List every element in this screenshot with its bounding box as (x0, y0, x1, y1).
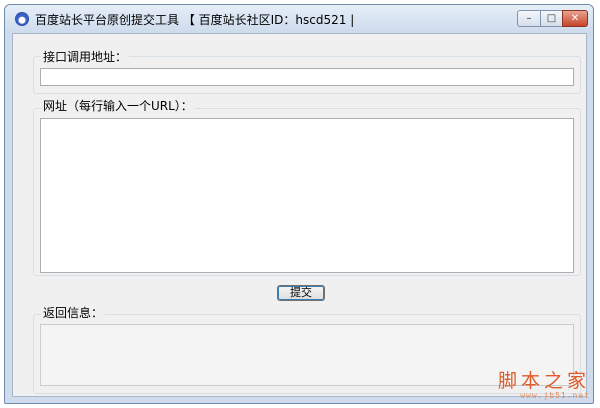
minimize-button[interactable]: – (517, 10, 541, 27)
response-output (40, 324, 574, 386)
maximize-icon: □ (546, 13, 557, 24)
maximize-button[interactable]: □ (540, 10, 563, 27)
title-bar[interactable]: 百度站长平台原创提交工具 【 百度站长社区ID：hscd521 | – □ ✕ (5, 5, 593, 33)
watermark-logo: 脚本之家 (497, 370, 590, 392)
response-label: 返回信息： (41, 304, 106, 321)
app-window: 百度站长平台原创提交工具 【 百度站长社区ID：hscd521 | – □ ✕ … (4, 4, 594, 404)
window-title: 百度站长平台原创提交工具 【 百度站长社区ID：hscd521 | (35, 13, 355, 27)
close-icon: ✕ (570, 13, 580, 24)
close-button[interactable]: ✕ (562, 10, 588, 27)
client-area: 接口调用地址： 网址（每行输入一个URL）： 提交 返回信息： (12, 33, 587, 397)
app-icon (15, 12, 29, 26)
watermark-url: www.jb51.net (520, 391, 590, 400)
submit-button[interactable]: 提交 (277, 285, 325, 301)
urls-textarea[interactable] (40, 118, 574, 273)
watermark: 脚本之家 www.jb51.net (498, 371, 590, 400)
urls-label: 网址（每行输入一个URL）： (41, 97, 195, 114)
api-address-input[interactable] (40, 68, 574, 86)
api-label: 接口调用地址： (41, 48, 130, 65)
minimize-icon: – (526, 13, 532, 24)
